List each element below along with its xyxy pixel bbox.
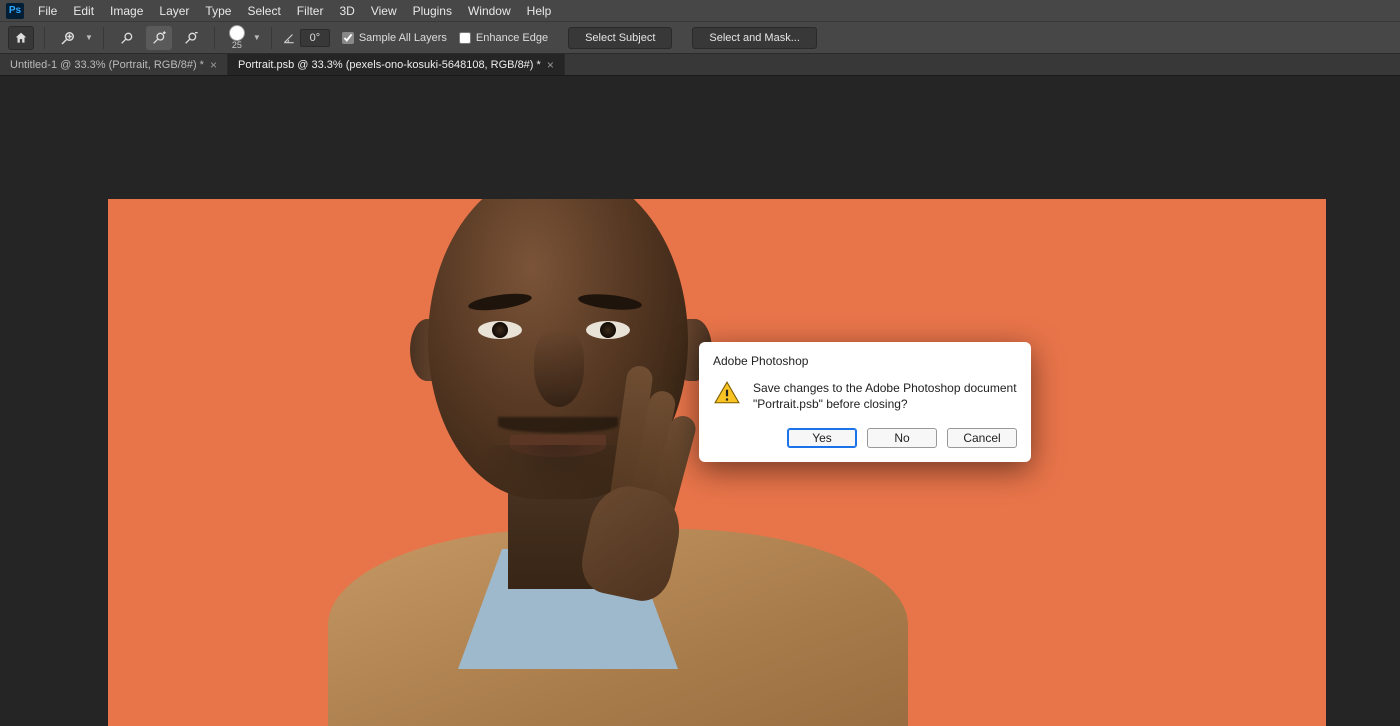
options-bar: ▼ 25 ▼ 0° Sample All Layers Enhance Edge… — [0, 22, 1400, 54]
sample-all-layers-label: Sample All Layers — [359, 32, 447, 44]
document-tab-bar: Untitled-1 @ 33.3% (Portrait, RGB/8#) * … — [0, 54, 1400, 76]
current-tool[interactable]: ▼ — [55, 26, 93, 50]
document-tab-label: Portrait.psb @ 33.3% (pexels-ono-kosuki-… — [238, 59, 541, 71]
menu-image[interactable]: Image — [102, 1, 151, 21]
menu-help[interactable]: Help — [519, 1, 560, 21]
close-icon[interactable]: × — [210, 58, 217, 72]
separator — [103, 27, 104, 49]
angle-value[interactable]: 0° — [300, 29, 330, 47]
canvas-image[interactable] — [108, 199, 1326, 726]
subtract-from-selection-button[interactable] — [178, 26, 204, 50]
home-button[interactable] — [8, 26, 34, 50]
quick-selection-icon — [59, 29, 77, 47]
separator — [214, 27, 215, 49]
brush-preset-picker[interactable]: 25 ▼ — [225, 25, 261, 50]
menu-window[interactable]: Window — [460, 1, 519, 21]
warning-icon — [713, 380, 741, 406]
menu-type[interactable]: Type — [197, 1, 239, 21]
menu-filter[interactable]: Filter — [289, 1, 332, 21]
select-subject-button[interactable]: Select Subject — [568, 27, 672, 49]
dialog-title: Adobe Photoshop — [713, 354, 1017, 368]
menu-select[interactable]: Select — [239, 1, 288, 21]
separator — [271, 27, 272, 49]
menu-layer[interactable]: Layer — [151, 1, 197, 21]
sample-all-layers-checkbox[interactable]: Sample All Layers — [342, 32, 447, 44]
menu-view[interactable]: View — [363, 1, 405, 21]
sample-all-layers-input[interactable] — [342, 32, 354, 44]
brush-size-value: 25 — [232, 41, 242, 50]
select-and-mask-button[interactable]: Select and Mask... — [692, 27, 817, 49]
chevron-down-icon: ▼ — [85, 33, 93, 42]
dialog-message: Save changes to the Adobe Photoshop docu… — [753, 380, 1017, 412]
document-tab-portrait[interactable]: Portrait.psb @ 33.3% (pexels-ono-kosuki-… — [228, 54, 565, 75]
menu-bar: Ps File Edit Image Layer Type Select Fil… — [0, 0, 1400, 22]
brush-subtract-icon — [183, 30, 199, 46]
brush-preview-icon — [229, 25, 245, 41]
cancel-button[interactable]: Cancel — [947, 428, 1017, 448]
document-tab-untitled[interactable]: Untitled-1 @ 33.3% (Portrait, RGB/8#) * … — [0, 54, 228, 75]
add-to-selection-button[interactable] — [146, 26, 172, 50]
brush-angle[interactable]: 0° — [282, 29, 330, 47]
workspace[interactable]: Adobe Photoshop Save changes to the Adob… — [0, 76, 1400, 726]
close-icon[interactable]: × — [547, 58, 554, 72]
enhance-edge-input[interactable] — [459, 32, 471, 44]
chevron-down-icon: ▼ — [253, 33, 261, 42]
brush-new-icon — [119, 30, 135, 46]
brush-add-icon — [151, 30, 167, 46]
enhance-edge-label: Enhance Edge — [476, 32, 548, 44]
save-changes-dialog: Adobe Photoshop Save changes to the Adob… — [699, 342, 1031, 462]
portrait-illustration — [338, 199, 898, 726]
yes-button[interactable]: Yes — [787, 428, 857, 448]
app-badge: Ps — [6, 3, 24, 19]
home-icon — [14, 31, 28, 45]
enhance-edge-checkbox[interactable]: Enhance Edge — [459, 32, 548, 44]
menu-plugins[interactable]: Plugins — [405, 1, 460, 21]
no-button[interactable]: No — [867, 428, 937, 448]
new-selection-button[interactable] — [114, 26, 140, 50]
separator — [44, 27, 45, 49]
angle-icon — [282, 31, 296, 45]
menu-3d[interactable]: 3D — [331, 1, 362, 21]
document-tab-label: Untitled-1 @ 33.3% (Portrait, RGB/8#) * — [10, 59, 204, 71]
menu-file[interactable]: File — [30, 1, 65, 21]
menu-edit[interactable]: Edit — [65, 1, 102, 21]
